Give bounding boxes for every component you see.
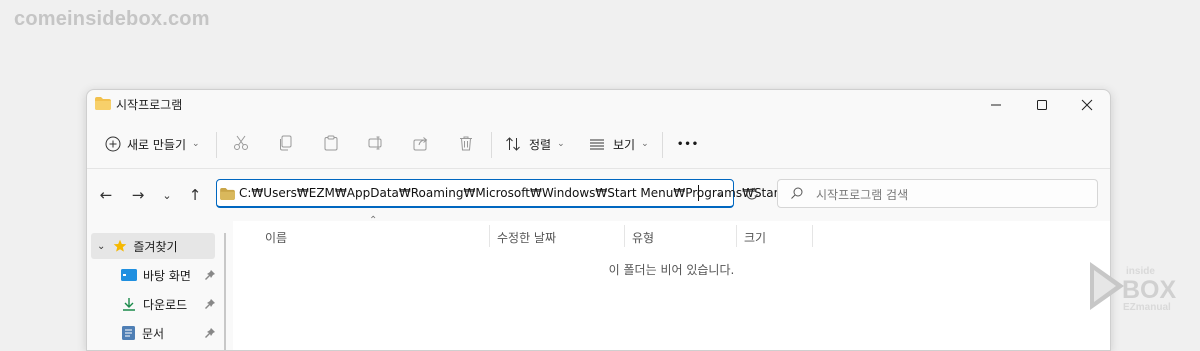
column-header-type[interactable]: 유형 <box>632 229 654 246</box>
download-icon <box>123 298 135 311</box>
address-path[interactable]: C:₩Users₩EZM₩AppData₩Roaming₩Microsoft₩W… <box>239 186 798 200</box>
window-title: 시작프로그램 <box>116 98 183 112</box>
chevron-down-icon: ⌄ <box>97 240 106 252</box>
new-button-label: 새로 만들기 <box>127 137 187 152</box>
share-icon <box>413 137 428 151</box>
navigation-scrollbar[interactable] <box>224 233 226 350</box>
more-options-button[interactable]: ••• <box>677 130 699 158</box>
close-button[interactable] <box>1064 90 1110 120</box>
sidebar-item-label: 즐겨찾기 <box>133 239 178 254</box>
folder-icon <box>220 188 235 200</box>
chevron-down-icon: ⌄ <box>641 139 649 149</box>
minimize-icon <box>991 104 1001 106</box>
sidebar-item-favorites[interactable]: ⌄ 즐겨찾기 <box>91 233 215 259</box>
logo-mark: inside BOX EZmanual <box>1090 262 1177 313</box>
paste-button[interactable] <box>321 133 341 153</box>
chevron-down-icon: ⌄ <box>162 188 172 202</box>
sort-label: 정렬 <box>529 137 552 152</box>
sidebar-item-documents[interactable]: 문서 <box>91 320 215 346</box>
pin-icon[interactable] <box>205 270 215 280</box>
star-icon <box>114 239 127 252</box>
column-divider[interactable] <box>489 225 490 247</box>
search-box[interactable]: 시작프로그램 검색 <box>777 179 1098 208</box>
sidebar-item-label: 문서 <box>142 326 165 341</box>
address-bar[interactable]: C:₩Users₩EZM₩AppData₩Roaming₩Microsoft₩W… <box>216 179 798 208</box>
search-placeholder: 시작프로그램 검색 <box>816 188 909 202</box>
maximize-button[interactable] <box>1019 90 1065 120</box>
rename-button[interactable] <box>366 133 386 153</box>
empty-folder-message: 이 폴더는 비어 있습니다. <box>608 263 735 277</box>
navigation-bar: ← → ⌄ ↑ C:₩Users₩EZM₩AppData₩Roaming₩Mic… <box>87 169 1110 221</box>
chevron-down-icon[interactable]: ⌄ <box>716 186 725 199</box>
pin-icon[interactable] <box>205 328 215 338</box>
sidebar-item-desktop[interactable]: 바탕 화면 <box>91 262 215 288</box>
delete-button[interactable] <box>456 133 476 153</box>
cut-button[interactable] <box>231 133 251 153</box>
column-header-date[interactable]: 수정한 날짜 <box>497 229 556 246</box>
back-button[interactable]: ← <box>96 185 116 205</box>
refresh-button[interactable] <box>739 179 765 208</box>
arrow-left-icon: ← <box>99 186 113 204</box>
copy-button[interactable] <box>276 133 296 153</box>
share-button[interactable] <box>411 133 431 153</box>
desktop-icon <box>121 269 137 281</box>
column-divider[interactable] <box>624 225 625 247</box>
insidebox-logo: inside BOX EZmanual <box>1090 260 1186 324</box>
toolbar-divider <box>662 132 663 158</box>
recent-locations-button[interactable]: ⌄ <box>157 185 177 205</box>
pin-icon[interactable] <box>205 299 215 309</box>
search-icon <box>791 187 803 199</box>
sort-button[interactable]: 정렬 ⌄ <box>505 130 565 158</box>
close-icon <box>1081 99 1093 111</box>
column-divider[interactable] <box>812 225 813 247</box>
logo-text-ezmanual: EZmanual <box>1123 302 1171 313</box>
minimize-button[interactable] <box>973 90 1019 120</box>
clipboard-icon <box>324 135 338 151</box>
view-label: 보기 <box>613 137 636 152</box>
file-list: ⌃ 이름 수정한 날짜 유형 크기 이 폴더는 비어 있습니다. <box>233 215 1110 350</box>
sort-icon <box>506 137 520 151</box>
document-icon <box>122 326 135 340</box>
file-explorer-window: 시작프로그램 새로 만들기 ⌄ 정렬 ⌄ 보기 ⌄ ••• ← → ⌄ ↑ C:… <box>86 89 1111 351</box>
arrow-right-icon: → <box>131 186 145 204</box>
site-watermark: comeinsidebox.com <box>14 8 210 30</box>
sidebar-item-downloads[interactable]: 다운로드 <box>91 291 215 317</box>
arrow-up-icon: ↑ <box>188 186 202 204</box>
new-button[interactable]: 새로 만들기 ⌄ <box>105 130 200 158</box>
title-bar[interactable]: 시작프로그램 <box>87 90 1110 120</box>
text-caret <box>698 185 699 201</box>
command-bar: 새로 만들기 ⌄ 정렬 ⌄ 보기 ⌄ ••• <box>87 120 1110 169</box>
column-divider[interactable] <box>736 225 737 247</box>
up-button[interactable]: ↑ <box>185 185 205 205</box>
navigation-pane: ⌄ 즐겨찾기 바탕 화면 다운로드 문서 <box>87 221 227 350</box>
maximize-icon <box>1037 100 1047 110</box>
column-header-name[interactable]: 이름 <box>265 229 287 246</box>
more-icon: ••• <box>677 138 700 150</box>
sidebar-item-label: 바탕 화면 <box>143 268 191 283</box>
toolbar-divider <box>216 132 217 158</box>
view-button[interactable]: 보기 ⌄ <box>589 130 649 158</box>
column-header-size[interactable]: 크기 <box>744 229 766 246</box>
sort-ascending-icon: ⌃ <box>369 215 378 226</box>
trash-icon <box>460 136 472 151</box>
logo-text-box: BOX <box>1122 276 1177 304</box>
chevron-down-icon: ⌄ <box>557 139 565 149</box>
scissors-icon <box>234 135 248 150</box>
sidebar-item-label: 다운로드 <box>143 297 188 312</box>
refresh-icon <box>746 187 758 199</box>
copy-icon <box>280 135 292 151</box>
rename-icon <box>368 136 382 150</box>
plus-circle-icon <box>105 136 121 152</box>
toolbar-divider <box>491 132 492 158</box>
folder-icon <box>95 97 111 110</box>
view-list-icon <box>590 139 604 150</box>
chevron-down-icon: ⌄ <box>192 139 200 149</box>
forward-button[interactable]: → <box>128 185 148 205</box>
